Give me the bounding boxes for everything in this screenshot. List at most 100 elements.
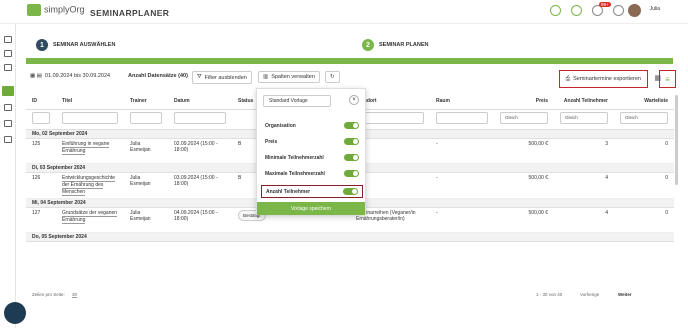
column-toggle-max[interactable]: Maximale Teilnehmerzahl: [261, 167, 363, 180]
support-icon[interactable]: [4, 136, 12, 143]
col-teilnehmer[interactable]: Anzahl Teilnehmer: [554, 93, 614, 110]
toggle-switch[interactable]: [344, 170, 359, 177]
filter-warteliste-select[interactable]: Gleich: [620, 111, 668, 124]
close-icon[interactable]: ×: [349, 95, 359, 105]
list-icon[interactable]: [4, 64, 12, 71]
wizard-progress: [26, 58, 673, 64]
brand-logo[interactable]: simplyOrg: [27, 4, 85, 16]
sidebar: [0, 24, 16, 328]
column-toggle-teilnehmer[interactable]: Anzahl Teilnehmer: [261, 185, 363, 198]
toggle-switch[interactable]: [343, 188, 358, 195]
pagination: Zeilen pro Seite: 30 1 - 30 von 40 Vorhe…: [32, 292, 672, 298]
column-toggle-preis[interactable]: Preis: [261, 135, 363, 148]
cell-date: 04.09.2024 (15:00 - 18:00): [168, 207, 232, 233]
cell-teilnehmer: 4: [554, 207, 614, 233]
column-label: Organisation: [265, 122, 296, 129]
settings-icon[interactable]: [4, 120, 12, 127]
template-select[interactable]: Standard Vorlage: [263, 95, 331, 107]
filter-title-input[interactable]: [62, 111, 118, 124]
cell-preis: 500,00 €: [494, 138, 554, 164]
date-range-text: 01.09.2024 bis 30.09.2024: [44, 73, 111, 79]
column-label: Anzahl Teilnehmer: [266, 188, 311, 195]
cell-raum: -: [430, 207, 494, 233]
cell-raum: -: [430, 172, 494, 199]
filter-hide-label: Filter ausblenden: [204, 74, 247, 81]
help-icon[interactable]: [613, 5, 624, 16]
date-range[interactable]: ▦ ▤ 01.09.2024 bis 30.09.2024: [30, 73, 110, 79]
list-icon: ≡: [665, 74, 670, 84]
col-id[interactable]: ID: [26, 93, 56, 110]
group-row[interactable]: Do, 05 September 2024: [26, 232, 674, 242]
toolbar: ▦ ▤ 01.09.2024 bis 30.09.2024 Anzahl Date…: [26, 70, 676, 90]
filter-hide-button[interactable]: ⛛ Filter ausblenden: [192, 71, 252, 84]
info-icon[interactable]: [571, 5, 582, 16]
lightbulb-icon[interactable]: [550, 5, 561, 16]
wizard-steps: 1 SEMINAR AUSWÄHLEN 2 SEMINAR PLANEN: [22, 34, 672, 58]
avatar[interactable]: [628, 4, 641, 17]
progress-fill: [26, 58, 673, 64]
toggle-switch[interactable]: [344, 138, 359, 145]
group-label: Do, 05 September 2024: [26, 232, 674, 242]
refresh-icon: ↻: [330, 74, 335, 80]
seminar-planner-icon[interactable]: [2, 86, 14, 96]
cell-warteliste: 0: [614, 207, 674, 233]
cell-trainer: Julia Esmeijan: [124, 172, 168, 199]
calendar-icon: ▦ ▤: [30, 73, 42, 79]
filter-standort-input[interactable]: [356, 111, 424, 124]
columns-manage-button[interactable]: ▥ Spalten verwalten: [258, 71, 320, 83]
people-icon[interactable]: [4, 104, 12, 111]
col-raum[interactable]: Raum: [430, 93, 494, 110]
cell-raum: -: [430, 138, 494, 164]
cell-title[interactable]: Grundsätze der veganen Ernährung: [62, 209, 118, 224]
cell-teilnehmer: 3: [554, 138, 614, 164]
filter-teilnehmer-select[interactable]: Gleich: [560, 111, 608, 124]
cell-id: 126: [26, 172, 56, 199]
step-2[interactable]: 2 SEMINAR PLANEN: [362, 39, 429, 51]
column-label: Preis: [265, 138, 278, 145]
cell-preis: 500,00 €: [494, 172, 554, 199]
step-1[interactable]: 1 SEMINAR AUSWÄHLEN: [36, 39, 115, 51]
chat-icon[interactable]: [4, 302, 26, 324]
export-button[interactable]: ⎙ Seminartermine exportieren: [558, 70, 648, 88]
calendar-icon[interactable]: [4, 50, 12, 57]
column-toggle-min[interactable]: Minimale Teilnehmerzahl: [261, 151, 363, 164]
bell-icon[interactable]: 99+: [592, 2, 611, 16]
cell-title[interactable]: Einführung in vegane Ernährung: [62, 140, 110, 155]
cell-date: 02.09.2024 (15:00 - 18:00): [168, 138, 232, 164]
export-icon: ⎙: [565, 75, 571, 82]
col-date[interactable]: Datum: [168, 93, 232, 110]
dashboard-icon[interactable]: [4, 36, 12, 43]
cell-warteliste: 0: [614, 172, 674, 199]
list-view-button[interactable]: ≡: [659, 70, 676, 88]
column-label: Maximale Teilnehmerzahl: [265, 170, 325, 177]
col-trainer[interactable]: Trainer: [124, 93, 168, 110]
user-name[interactable]: Julia: [650, 6, 660, 12]
save-template-button[interactable]: Vorlage speichern: [257, 202, 365, 215]
scrollbar[interactable]: [675, 95, 678, 185]
filter-preis-select[interactable]: Gleich: [500, 111, 548, 124]
cell-preis: 500,00 €: [494, 207, 554, 233]
filter-trainer-input[interactable]: [130, 111, 162, 124]
cell-trainer: Julia Esmeijan: [124, 207, 168, 233]
brand-name: simplyOrg: [44, 4, 85, 15]
col-title[interactable]: Titel: [56, 93, 124, 110]
col-preis[interactable]: Preis: [494, 93, 554, 110]
filter-date-input[interactable]: [174, 111, 226, 124]
toggle-switch[interactable]: [344, 122, 359, 129]
column-label: Minimale Teilnehmerzahl: [265, 154, 324, 161]
columns-icon: ▥: [263, 74, 269, 80]
filter-id-input[interactable]: [32, 111, 50, 124]
prev-button[interactable]: Vorherige: [580, 292, 599, 297]
cell-teilnehmer: 4: [554, 172, 614, 199]
col-warteliste[interactable]: Warteliste: [614, 93, 674, 110]
next-button[interactable]: Weiter: [618, 292, 632, 297]
record-count: Anzahl Datensätze (40): [128, 73, 188, 79]
filter-raum-input[interactable]: [436, 111, 488, 124]
toggle-switch[interactable]: [344, 154, 359, 161]
rows-per-page-select[interactable]: 30: [72, 292, 78, 298]
cell-title[interactable]: Entwicklungsgeschichte der Ernährung des…: [62, 174, 116, 196]
refresh-button[interactable]: ↻: [325, 71, 340, 83]
column-manager-dropdown: Standard Vorlage × Organisation Preis Mi…: [256, 88, 366, 215]
column-toggle-organisation[interactable]: Organisation: [261, 119, 363, 132]
header-icons: 99+: [550, 2, 624, 16]
